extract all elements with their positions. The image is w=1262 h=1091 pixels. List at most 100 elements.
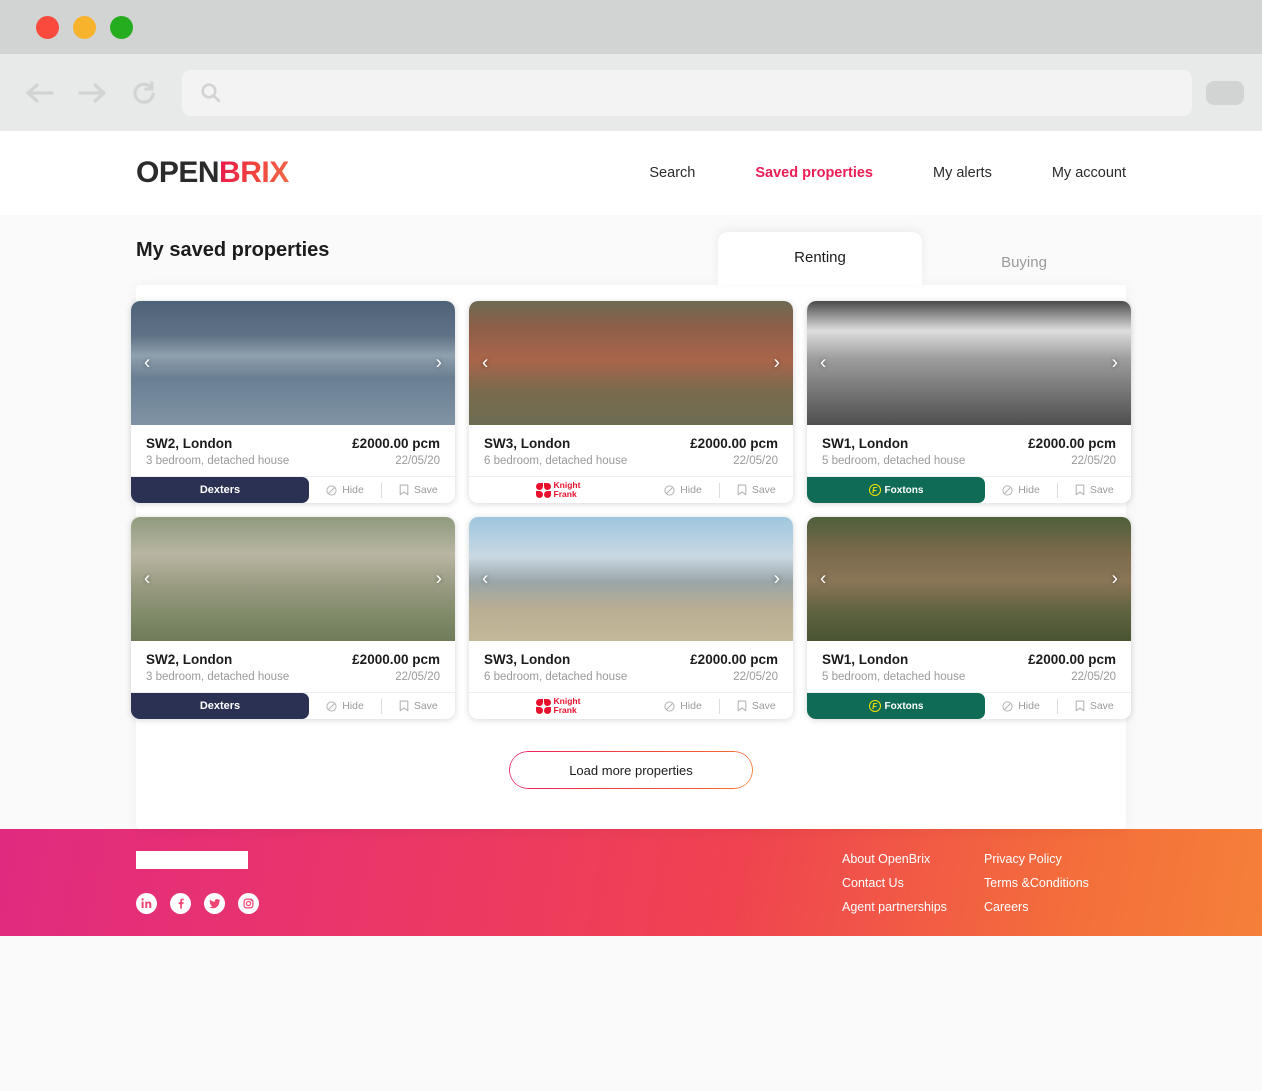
agent-badge[interactable]: Dexters: [131, 477, 309, 503]
save-property-button[interactable]: Save: [720, 484, 793, 496]
agent-badge[interactable]: Knight Frank: [469, 477, 647, 503]
property-info: SW2, London £2000.00 pcm 3 bedroom, detach…: [131, 641, 455, 692]
hide-property-button[interactable]: Hide: [309, 484, 381, 496]
property-actions: F Foxtons Hide Save: [807, 692, 1131, 719]
footer-logo: [136, 851, 248, 869]
carousel-next-arrow-icon[interactable]: ›: [1112, 354, 1118, 373]
carousel-next-arrow-icon[interactable]: ›: [436, 570, 442, 589]
save-label: Save: [751, 484, 776, 496]
load-more-properties-button[interactable]: Load more properties: [509, 751, 753, 789]
knight-frank-logo: Knight Frank: [535, 697, 580, 715]
page-title: My saved properties: [136, 238, 330, 261]
toolbar-menu-button[interactable]: [1206, 80, 1244, 105]
property-actions: F Foxtons Hide Save: [807, 476, 1131, 503]
reload-icon[interactable]: [118, 67, 170, 119]
openbrix-logo[interactable]: OPEN BRIX: [136, 156, 289, 190]
property-card[interactable]: ‹ › SW2, London £2000.00 pcm 3 bedroom, deta…: [131, 517, 455, 719]
foxtons-logo: F Foxtons: [868, 700, 923, 712]
linkedin-icon[interactable]: [136, 893, 157, 914]
property-card[interactable]: ‹ › SW2, London £2000.00 pcm 3 bedroom, deta…: [131, 301, 455, 503]
carousel-prev-arrow-icon[interactable]: ‹: [820, 570, 826, 589]
property-photo[interactable]: ‹ ›: [807, 301, 1131, 425]
tab-buying[interactable]: Buying: [922, 254, 1126, 285]
carousel-next-arrow-icon[interactable]: ›: [436, 354, 442, 373]
carousel-prev-arrow-icon[interactable]: ‹: [144, 570, 150, 589]
window-close-button[interactable]: [36, 15, 59, 39]
hide-icon: [664, 484, 675, 496]
window-maximize-button[interactable]: [110, 15, 133, 39]
property-photo[interactable]: ‹ ›: [469, 301, 793, 425]
tab-bar: Renting Buying: [718, 232, 1126, 285]
carousel-next-arrow-icon[interactable]: ›: [1112, 570, 1118, 589]
property-card[interactable]: ‹ › SW3, London £2000.00 pcm 6 bedroom, deta…: [469, 517, 793, 719]
twitter-icon[interactable]: [204, 893, 225, 914]
instagram-icon[interactable]: [238, 893, 259, 914]
knight-frank-mark: [535, 698, 551, 714]
agent-badge[interactable]: Dexters: [131, 693, 309, 719]
foxtons-f-icon: F: [868, 700, 881, 712]
carousel-prev-arrow-icon[interactable]: ‹: [482, 570, 488, 589]
nav-item-search[interactable]: Search: [649, 165, 695, 181]
property-photo[interactable]: ‹ ›: [131, 301, 455, 425]
save-property-button[interactable]: Save: [720, 700, 793, 712]
property-photo[interactable]: ‹ ›: [469, 517, 793, 641]
property-card[interactable]: ‹ › SW1, London £2000.00 pcm 5 bedroom, deta…: [807, 517, 1131, 719]
url-bar[interactable]: [182, 69, 1192, 116]
footer-link-about-openbrix[interactable]: About OpenBrix: [842, 852, 984, 866]
footer-link-agent-partnerships[interactable]: Agent partnerships: [842, 900, 984, 914]
window-minimize-button[interactable]: [73, 15, 96, 39]
property-photo[interactable]: ‹ ›: [807, 517, 1131, 641]
property-info: SW2, London £2000.00 pcm 3 bedroom, detach…: [131, 425, 455, 476]
property-location: SW2, London: [146, 652, 233, 667]
carousel-prev-arrow-icon[interactable]: ‹: [820, 354, 826, 373]
save-property-button[interactable]: Save: [382, 700, 455, 712]
agent-badge[interactable]: F Foxtons: [807, 477, 985, 503]
nav-item-saved-properties[interactable]: Saved properties: [755, 165, 873, 181]
facebook-icon[interactable]: [170, 893, 191, 914]
agent-badge[interactable]: Knight Frank: [469, 693, 647, 719]
hide-property-button[interactable]: Hide: [309, 700, 381, 712]
carousel-next-arrow-icon[interactable]: ›: [774, 570, 780, 589]
forward-arrow-icon[interactable]: [66, 67, 118, 119]
hide-icon: [664, 700, 675, 712]
hide-label: Hide: [1018, 484, 1040, 496]
hide-property-button[interactable]: Hide: [985, 484, 1057, 496]
property-photo[interactable]: ‹ ›: [131, 517, 455, 641]
footer-link-terms-conditions[interactable]: Terms &Conditions: [984, 876, 1126, 890]
carousel-prev-arrow-icon[interactable]: ‹: [482, 354, 488, 373]
carousel-prev-arrow-icon[interactable]: ‹: [144, 354, 150, 373]
hide-label: Hide: [342, 700, 364, 712]
hide-label: Hide: [342, 484, 364, 496]
save-label: Save: [413, 700, 438, 712]
footer-links: About OpenBrix Contact Us Agent partners…: [842, 852, 1126, 914]
property-info: SW1, London £2000.00 pcm 5 bedroom, detach…: [807, 641, 1131, 692]
tab-renting[interactable]: Renting: [718, 232, 922, 285]
hide-property-button[interactable]: Hide: [647, 700, 719, 712]
footer-link-contact-us[interactable]: Contact Us: [842, 876, 984, 890]
property-card[interactable]: ‹ › SW1, London £2000.00 pcm 5 bedroom, deta…: [807, 301, 1131, 503]
footer-link-careers[interactable]: Careers: [984, 900, 1126, 914]
carousel-next-arrow-icon[interactable]: ›: [774, 354, 780, 373]
agent-name: Dexters: [199, 700, 241, 712]
property-info: SW3, London £2000.00 pcm 6 bedroom, detach…: [469, 425, 793, 476]
hide-property-button[interactable]: Hide: [647, 484, 719, 496]
nav-item-my-account[interactable]: My account: [1052, 165, 1126, 181]
save-property-button[interactable]: Save: [1058, 484, 1131, 496]
search-icon: [201, 82, 221, 102]
save-label: Save: [413, 484, 438, 496]
browser-titlebar: [0, 0, 1262, 54]
page-body: My saved properties Renting Buying ‹ › SW2…: [0, 215, 1262, 829]
hide-property-button[interactable]: Hide: [985, 700, 1057, 712]
logo-text-dark: OPEN: [136, 156, 220, 189]
bookmark-icon: [737, 700, 747, 712]
nav-item-my-alerts[interactable]: My alerts: [933, 165, 992, 181]
property-card[interactable]: ‹ › SW3, London £2000.00 pcm 6 bedroom, deta…: [469, 301, 793, 503]
hide-icon: [326, 700, 337, 712]
save-property-button[interactable]: Save: [382, 484, 455, 496]
back-arrow-icon[interactable]: [14, 67, 66, 119]
save-property-button[interactable]: Save: [1058, 700, 1131, 712]
property-actions: Knight Frank Hide Save: [469, 476, 793, 503]
footer-link-privacy-policy[interactable]: Privacy Policy: [984, 852, 1126, 866]
property-location: SW2, London: [146, 436, 233, 451]
agent-badge[interactable]: F Foxtons: [807, 693, 985, 719]
